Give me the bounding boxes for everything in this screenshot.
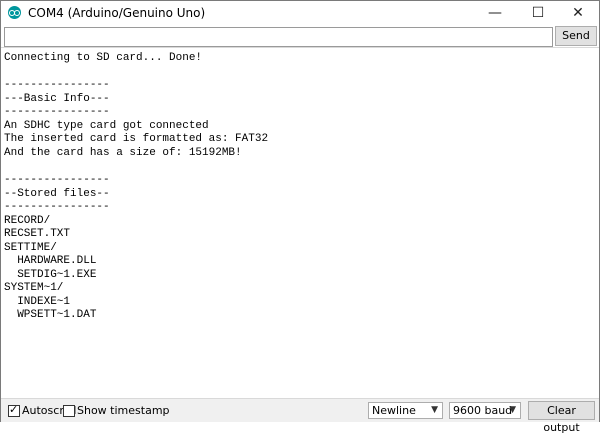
output-line: ---------------- xyxy=(4,106,110,119)
line-ending-value: Newline xyxy=(372,404,416,417)
output-line: ---------------- xyxy=(4,79,110,92)
title-bar: COM4 (Arduino/Genuino Uno) — ☐ ✕ xyxy=(1,1,599,25)
output-line: The inserted card is formatted as: FAT32 xyxy=(4,133,269,146)
show-timestamp-label: Show timestamp xyxy=(77,404,170,417)
output-line: ---------------- xyxy=(4,173,110,186)
send-button[interactable]: Send xyxy=(555,26,597,46)
send-input[interactable] xyxy=(4,27,553,47)
line-ending-select[interactable]: Newline ▼ xyxy=(368,402,443,419)
output-line: And the card has a size of: 15192MB! xyxy=(4,146,242,159)
serial-monitor-window: COM4 (Arduino/Genuino Uno) — ☐ ✕ Send Co… xyxy=(0,0,600,434)
output-line: Connecting to SD card... Done! xyxy=(4,52,203,64)
output-line: HARDWARE.DLL xyxy=(4,255,97,268)
output-line: SETDIG~1.EXE xyxy=(4,268,97,281)
minimize-button[interactable]: — xyxy=(478,1,512,25)
close-button[interactable]: ✕ xyxy=(561,1,595,25)
output-line: RECORD/ xyxy=(4,214,51,227)
output-line: --Stored files-- xyxy=(4,187,110,200)
baud-rate-value: 9600 baud xyxy=(453,404,513,417)
window-title: COM4 (Arduino/Genuino Uno) xyxy=(28,6,206,20)
output-line: ---------------- xyxy=(4,201,110,214)
output-line: An SDHC type card got connected xyxy=(4,119,209,132)
maximize-button[interactable]: ☐ xyxy=(521,1,555,25)
autoscroll-checkbox[interactable] xyxy=(8,403,20,417)
baud-rate-select[interactable]: 9600 baud ▼ xyxy=(449,402,521,419)
output-line: WPSETT~1.DAT xyxy=(4,309,97,322)
serial-output[interactable]: Connecting to SD card... Done! ----------… xyxy=(1,47,599,398)
output-line: SYSTEM~1/ xyxy=(4,282,64,295)
arduino-logo-icon xyxy=(8,6,21,19)
clear-output-button[interactable]: Clear output xyxy=(528,401,595,434)
bottom-bar: Autoscroll Show timestamp Newline ▼ 9600… xyxy=(1,398,599,434)
chevron-down-icon: ▼ xyxy=(509,405,516,415)
chevron-down-icon: ▼ xyxy=(431,405,438,415)
output-line: ---Basic Info--- xyxy=(4,92,110,105)
show-timestamp-checkbox[interactable] xyxy=(63,405,75,417)
output-line: INDEXE~1 xyxy=(4,295,71,308)
output-line: RECSET.TXT xyxy=(4,228,71,241)
output-line: SETTIME/ xyxy=(4,241,57,254)
